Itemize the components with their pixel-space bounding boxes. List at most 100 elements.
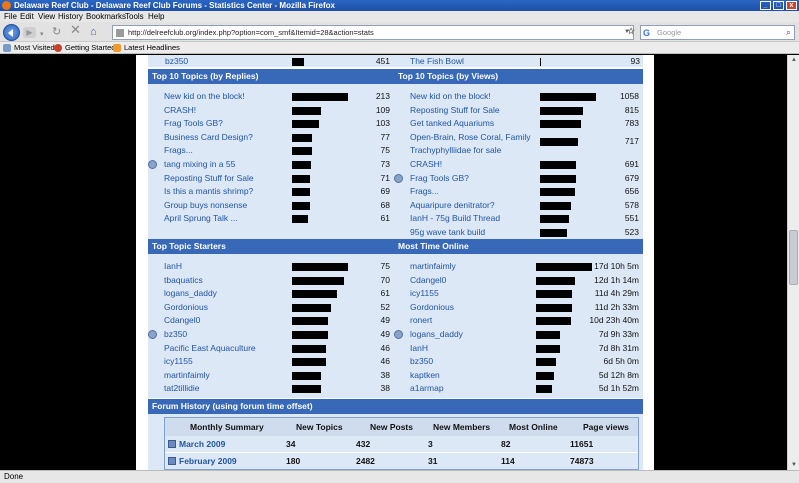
menu-help[interactable]: Help: [148, 11, 164, 22]
col-most-online: Most Online: [509, 422, 558, 432]
minimize-icon[interactable]: _: [760, 1, 771, 10]
search-icon[interactable]: ⌕: [786, 26, 791, 39]
topic-link[interactable]: Frags...: [410, 185, 439, 198]
prev-row-value: 93: [630, 56, 640, 66]
bookmark-getting-started[interactable]: Getting Started: [54, 42, 115, 54]
topic-link[interactable]: Gordonious: [410, 301, 454, 314]
cell-page-views: 11651: [570, 439, 594, 449]
stat-value: 6d 5h 0m: [603, 356, 639, 367]
topic-link[interactable]: Frag Tools GB?: [410, 172, 469, 185]
col-page-views: Page views: [583, 422, 629, 432]
bookmark-label: Getting Started: [65, 43, 116, 52]
home-icon[interactable]: ⌂: [90, 26, 97, 38]
topic-link[interactable]: 95g wave tank build: [410, 226, 485, 239]
cell-new-posts: 2482: [356, 456, 375, 466]
topic-link[interactable]: martinfaimly: [410, 260, 456, 273]
stat-bar: [540, 106, 583, 115]
stat-bar: [540, 229, 567, 237]
stat-bar: [540, 120, 581, 129]
menu-edit[interactable]: Edit: [20, 11, 34, 22]
topic-link[interactable]: IanH - 75g Build Thread: [410, 212, 500, 225]
url-text: http://delreefclub.org/index.php?option=…: [128, 28, 374, 37]
stop-icon[interactable]: ✕: [70, 23, 81, 36]
month-link[interactable]: February 2009: [179, 453, 237, 469]
topic-link[interactable]: logans_daddy: [410, 328, 463, 341]
forum-history-header-row: Monthly Summary New Topics New Posts New…: [165, 418, 638, 437]
col-monthly-summary: Monthly Summary: [190, 422, 264, 432]
topic-link-continued[interactable]: Trachyphylliidae for sale: [410, 144, 501, 157]
table-row: February 2009 180 2482 31 114 74873: [165, 453, 638, 469]
cell-most-online: 114: [501, 456, 515, 466]
list-item: IanH - 75g Build Thread 551: [136, 212, 654, 226]
scroll-thumb[interactable]: [789, 230, 798, 285]
cell-new-members: 3: [428, 439, 433, 449]
menu-view[interactable]: View: [38, 11, 55, 22]
topic-link[interactable]: CRASH!: [410, 158, 442, 171]
google-icon: G: [643, 28, 651, 38]
list-item: ronert 10d 23h 40m: [136, 314, 654, 328]
list-item: martinfaimly 17d 10h 5m: [136, 260, 654, 274]
topic-link[interactable]: Reposting Stuff for Sale: [410, 104, 500, 117]
menu-bookmarks[interactable]: Bookmarks: [86, 11, 126, 22]
menu-history[interactable]: History: [58, 11, 83, 22]
url-bar[interactable]: http://delreefclub.org/index.php?option=…: [112, 25, 634, 40]
expand-icon[interactable]: [168, 440, 176, 448]
topic-link[interactable]: bz350: [410, 355, 433, 368]
reload-icon[interactable]: ↻: [52, 26, 61, 38]
prev-row-label[interactable]: The Fish Bowl: [410, 55, 464, 68]
topic-link[interactable]: IanH: [410, 342, 428, 355]
history-dropdown-icon[interactable]: ▾: [40, 29, 44, 41]
cell-most-online: 82: [501, 439, 511, 449]
bookmark-latest-headlines[interactable]: Latest Headlines: [113, 42, 180, 54]
month-link[interactable]: March 2009: [179, 436, 225, 452]
list-item: Aquaripure denitrator? 578: [136, 199, 654, 213]
topic-link[interactable]: Open-Brain, Rose Coral, Family: [410, 131, 530, 144]
back-button[interactable]: [3, 24, 20, 41]
list-item: CRASH! 691: [136, 158, 654, 172]
prev-row-right: The Fish Bowl 93: [148, 55, 643, 68]
topic-link[interactable]: Get tanked Aquariums: [410, 117, 494, 130]
navigation-toolbar: ▶ ▾ ↻ ✕ ⌂ http://delreefclub.org/index.p…: [0, 22, 799, 42]
star-icon[interactable]: ☆: [627, 26, 635, 37]
stat-bar: [536, 358, 556, 367]
stat-value: 11d 4h 29m: [594, 288, 639, 299]
topic-link[interactable]: Cdangel0: [410, 274, 446, 287]
stat-bar: [536, 331, 560, 339]
list-item: New kid on the block! 1058: [136, 90, 654, 104]
stat-value: 10d 23h 40m: [589, 315, 639, 326]
list-item: a1armap 5d 1h 52m: [136, 382, 654, 396]
menu-file[interactable]: File: [4, 11, 17, 22]
list-item: icy1155 11d 4h 29m: [136, 287, 654, 301]
bookmark-most-visited[interactable]: Most Visited: [3, 42, 55, 54]
menu-tools[interactable]: Tools: [125, 11, 144, 22]
stat-value: 717: [624, 136, 639, 147]
topic-link[interactable]: Aquaripure denitrator?: [410, 199, 495, 212]
topic-link[interactable]: ronert: [410, 314, 432, 327]
list-item: logans_daddy 7d 9h 33m: [136, 328, 654, 342]
cell-new-posts: 432: [356, 439, 371, 449]
col-new-topics: New Topics: [296, 422, 343, 432]
expand-icon[interactable]: [168, 457, 176, 465]
section-header-top-starters: Top Topic Starters: [148, 239, 394, 254]
stats-page: bz350 451 The Fish Bowl 93 Top 10 Topics…: [136, 55, 654, 470]
scroll-down-icon[interactable]: ▼: [789, 460, 799, 470]
topic-link[interactable]: New kid on the block!: [410, 90, 491, 103]
section-icon: [394, 173, 403, 183]
scroll-up-icon[interactable]: ▲: [789, 55, 799, 65]
topic-link[interactable]: icy1155: [410, 287, 439, 300]
close-icon[interactable]: x: [786, 1, 797, 10]
vertical-scrollbar[interactable]: ▲ ▼: [787, 55, 799, 470]
stat-value: 11d 2h 33m: [594, 301, 639, 312]
firefox-icon: [2, 1, 11, 10]
forum-history-table: Monthly Summary New Topics New Posts New…: [164, 417, 639, 470]
topic-link[interactable]: kaptken: [410, 369, 440, 382]
table-row: March 2009 34 432 3 82 11651: [165, 436, 638, 452]
stat-bar: [536, 344, 560, 353]
stat-bar: [540, 174, 576, 183]
list-item: 95g wave tank build 523: [136, 226, 654, 240]
stat-value: 5d 12h 8m: [598, 369, 639, 380]
topic-link[interactable]: a1armap: [410, 382, 444, 395]
forward-button[interactable]: ▶: [23, 27, 36, 38]
search-box[interactable]: G Google ⌕: [640, 25, 795, 40]
maximize-icon[interactable]: □: [773, 1, 784, 10]
